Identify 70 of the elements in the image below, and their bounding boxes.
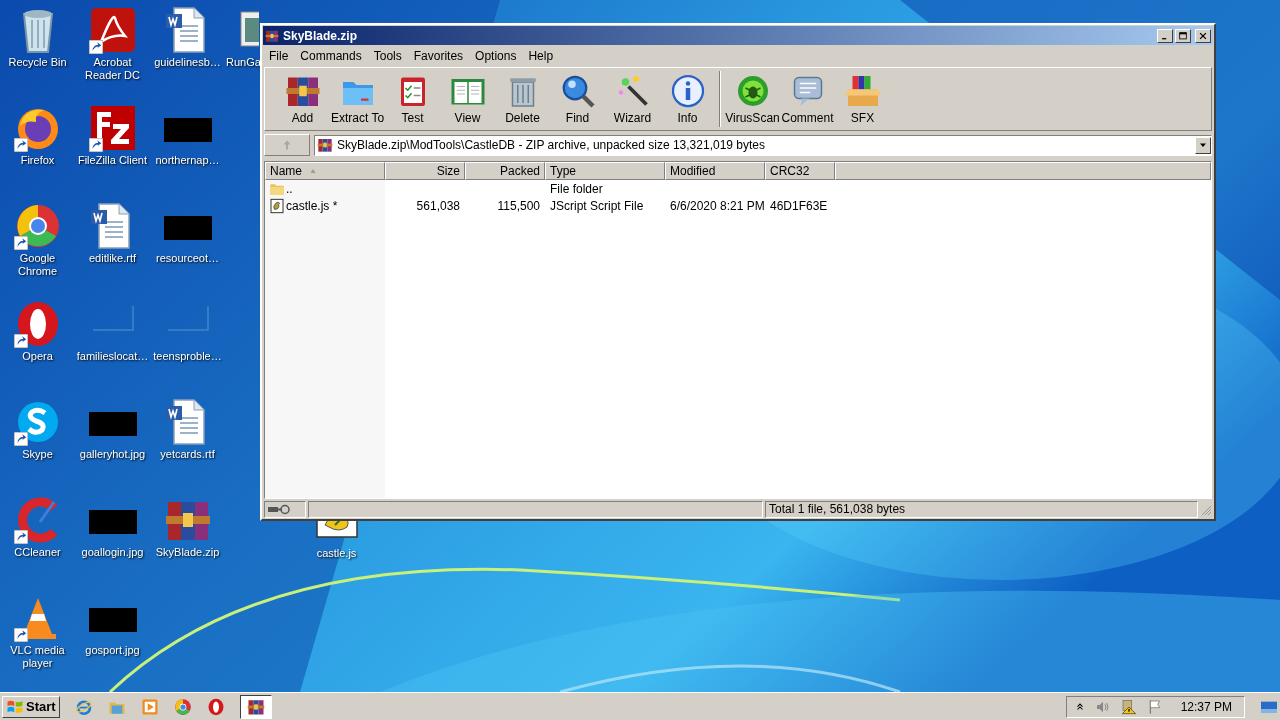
- chrome-icon[interactable]: [173, 697, 192, 716]
- menu-item[interactable]: Commands: [294, 48, 368, 63]
- task-button[interactable]: [239, 694, 272, 719]
- table-cell: 6/6/2020 8:21 PM: [670, 198, 765, 213]
- clock[interactable]: 12:37 PM: [1180, 699, 1232, 714]
- toolbar-button[interactable]: Wizard: [605, 71, 660, 125]
- column-header[interactable]: Modified: [665, 162, 765, 180]
- toolbar-button[interactable]: Comment: [780, 71, 835, 125]
- icon-label[interactable]: familieslocat…: [76, 350, 149, 363]
- icon-label[interactable]: goallogin.jpg: [81, 546, 144, 559]
- chevron-up-icon[interactable]: [1074, 701, 1085, 712]
- column-header[interactable]: Name: [265, 162, 385, 180]
- toolbar-button[interactable]: Add: [275, 71, 330, 125]
- icon-label[interactable]: galleryhot.jpg: [79, 448, 146, 461]
- icon-label[interactable]: Firefox: [20, 154, 55, 167]
- column-header[interactable]: Packed: [465, 162, 545, 180]
- toolbar-button[interactable]: View: [440, 71, 495, 125]
- icon-label[interactable]: Opera: [22, 350, 53, 363]
- toolbar-button[interactable]: VirusScan: [725, 71, 780, 125]
- toolbar-button[interactable]: Extract To: [330, 71, 385, 125]
- icon-label[interactable]: guidelinesb…: [154, 56, 221, 69]
- window-title: SkyBlade.zip: [283, 28, 358, 43]
- toolbar-button[interactable]: Info: [660, 71, 715, 125]
- menu-item[interactable]: Options: [469, 48, 523, 63]
- icon-label[interactable]: Acrobat Reader DC: [75, 56, 150, 82]
- menu-item[interactable]: Help: [522, 48, 560, 63]
- file-name[interactable]: ..: [286, 181, 293, 196]
- icon-label[interactable]: SkyBlade.zip: [155, 546, 220, 559]
- info-icon[interactable]: [669, 73, 706, 109]
- icon-label[interactable]: VLC media player: [0, 644, 75, 670]
- table-cell: 115,500: [497, 198, 540, 213]
- icon-label[interactable]: resourceot…: [156, 252, 219, 265]
- menu-item[interactable]: Favorites: [407, 48, 470, 63]
- table-cell: 561,038: [416, 198, 460, 213]
- icon-label[interactable]: northernap…: [155, 154, 220, 167]
- opera-icon[interactable]: [206, 697, 225, 716]
- toolbar-button[interactable]: Delete: [495, 71, 550, 125]
- start-button[interactable]: Start: [2, 695, 60, 718]
- icon-label[interactable]: editlike.rtf: [88, 252, 137, 265]
- icon-label[interactable]: yetcards.rtf: [160, 448, 215, 461]
- icon-label[interactable]: CCleaner: [14, 546, 61, 559]
- file-name[interactable]: castle.js *: [286, 198, 338, 213]
- network-warning-icon[interactable]: [1120, 698, 1137, 715]
- icon-label[interactable]: Google Chrome: [0, 252, 75, 278]
- status-text: Total 1 file, 561,038 bytes: [765, 501, 1198, 518]
- open-box-icon[interactable]: [844, 73, 881, 109]
- up-button[interactable]: [264, 134, 310, 156]
- archive-books-icon: [317, 137, 333, 153]
- column-header[interactable]: Size: [385, 162, 465, 180]
- icon-label[interactable]: Skype: [22, 448, 53, 461]
- icon-label[interactable]: gosport.jpg: [85, 644, 140, 657]
- table-cell: File folder: [550, 181, 603, 196]
- address-field[interactable]: SkyBlade.zip\ModTools\CastleDB - ZIP archive, unpacked size 13,321,019 bytes: [314, 134, 1212, 156]
- table-cell: 46D1F63E: [770, 198, 828, 213]
- menu-item[interactable]: File: [263, 48, 295, 63]
- archive-books-icon[interactable]: [246, 697, 265, 716]
- icon-label[interactable]: Recycle Bin: [8, 56, 67, 69]
- toolbar-button[interactable]: Find: [550, 71, 605, 125]
- address-text: SkyBlade.zip\ModTools\CastleDB - ZIP archive, unpacked size 13,321,019 bytes: [337, 138, 766, 152]
- column-header[interactable]: Type: [545, 162, 665, 180]
- resize-grip-icon[interactable]: [1200, 503, 1212, 516]
- icon-label[interactable]: RunGa: [226, 56, 261, 69]
- table-cell: JScript Script File: [550, 198, 644, 213]
- icon-label[interactable]: FileZilla Client: [77, 154, 148, 167]
- column-header[interactable]: CRC32: [765, 162, 835, 180]
- icon-label[interactable]: teensproble…: [153, 350, 222, 363]
- archive-books-icon: [265, 28, 279, 43]
- menu-item[interactable]: Tools: [367, 48, 408, 63]
- toolbar-button[interactable]: Test: [385, 71, 440, 125]
- toolbar-button[interactable]: SFX: [835, 71, 890, 125]
